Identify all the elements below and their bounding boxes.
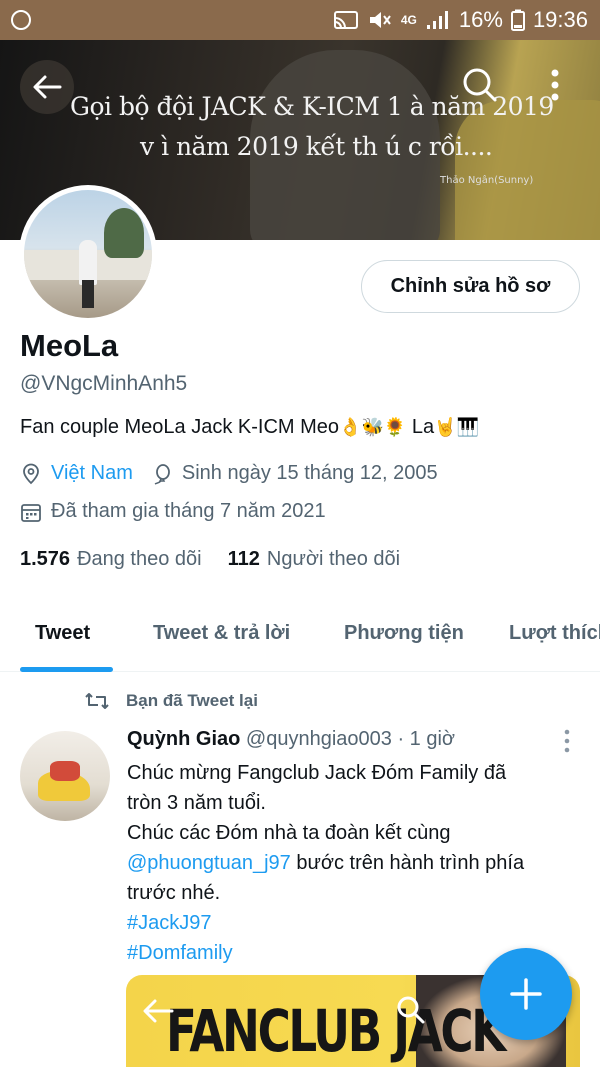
retweet-icon [85,693,109,709]
mute-icon [369,12,391,28]
retweet-context: Bạn đã Tweet lại [84,690,258,712]
tweet-line: Chúc mừng Fangclub Jack Đóm Family đã [127,762,507,784]
birthday: Sinh ngày 15 tháng 12, 2005 [181,462,438,484]
media-title: FANCLUB JACK [166,997,506,1065]
tweet-author-name[interactable]: Quỳnh Giao [127,728,240,750]
tab-likes[interactable]: Lượt thích [509,622,600,645]
tweet-line: tròn 3 năm tuổi. [127,792,266,814]
more-options-button[interactable] [540,60,570,110]
signal-icon [426,11,448,29]
tab-tweets-replies[interactable]: Tweet & trả lời [153,622,290,645]
edit-profile-button[interactable]: Chỉnh sửa hồ sơ [361,260,580,313]
status-icons: 4G 16% 19:36 [333,7,588,33]
mention-link[interactable]: @phuongtuan_j97 [127,852,291,874]
followers-link[interactable]: 112 Người theo dõi [228,548,401,571]
tweet-more-icon[interactable] [558,728,576,754]
active-tab-indicator [20,667,113,672]
followers-label: Người theo dõi [266,548,401,570]
retweet-label: Bạn đã Tweet lại [126,691,258,710]
battery-icon [510,9,525,31]
bio-emoji-2: 🤘🎹 [434,417,479,437]
display-name: MeoLa [20,328,119,363]
tweet-time: · 1 giờ [391,728,456,750]
joined-date: Đã tham gia tháng 7 năm 2021 [51,500,326,522]
profile-tabs: Tweet Tweet & trả lời Phương tiện Lượt t… [0,600,600,672]
back-button[interactable] [20,60,74,114]
tweet-author-handle[interactable]: @quynhgiao003 [246,728,392,750]
arrow-left-icon [143,999,174,1023]
cast-icon [333,11,358,29]
hashtag-link[interactable]: #JackJ97 [127,908,582,938]
search-icon [463,68,497,102]
tweet-line-rest: bước trên hành trình phía [290,852,525,874]
following-count: 1.576 [20,548,71,570]
bio-emoji-1: 👌🐝🌻 [339,417,407,437]
balloon-icon [154,463,170,485]
tweet-line: @phuongtuan_j97 bước trên hành trình phí… [127,848,582,878]
avatar-photo [24,190,152,318]
tweet-text: Chúc mừng Fangclub Jack Đóm Family đã tr… [127,758,582,968]
profile-avatar[interactable] [19,185,157,323]
search-icon [397,996,425,1024]
tweet-line: Chúc các Đóm nhà ta đoàn kết cùng [127,822,451,844]
profile-bio: Fan couple MeoLa Jack K-ICM Meo👌🐝🌻 La🤘🎹 [20,416,479,439]
bio-text-la: La [406,416,435,438]
bio-text: Fan couple MeoLa Jack K-ICM Meo [20,416,340,438]
banner-signature: Thảo Ngân(Sunny) [440,175,534,186]
tweet-author-avatar[interactable] [20,731,110,821]
following-link[interactable]: 1.576 Đang theo dõi [20,548,202,571]
battery-percent: 16% [458,7,503,32]
tab-tweets[interactable]: Tweet [35,622,90,645]
banner-figure-right [455,100,600,240]
location-link[interactable]: Việt Nam [51,462,133,485]
profile-meta-row: Việt Nam Sinh ngày 15 tháng 12, 2005 [20,462,438,485]
tab-media[interactable]: Phương tiện [344,622,464,645]
tweet-header: Quỳnh Giao @quynhgiao003 · 1 giờ [127,728,455,751]
clock: 19:36 [532,7,588,32]
more-vertical-icon [551,69,559,101]
calendar-icon [21,503,41,522]
search-button[interactable] [455,60,505,110]
following-label: Đang theo dõi [77,548,202,570]
joined-row: Đã tham gia tháng 7 năm 2021 [20,500,326,523]
plus-icon [510,978,542,1010]
network-type: 4G [400,13,417,27]
banner-text-line2: v ì năm 2019 kết th ú c rồi.... [140,132,493,161]
tweet-line: trước nhé. [127,882,221,904]
user-handle: @VNgcMinhAnh5 [20,372,188,395]
follow-stats: 1.576 Đang theo dõi 112 Người theo dõi [20,548,400,571]
compose-tweet-button[interactable] [480,948,572,1040]
location-pin-icon [23,463,39,484]
arrow-left-icon [33,75,62,99]
notification-dot-icon [11,10,31,30]
followers-count: 112 [227,548,260,570]
status-bar: 4G 16% 19:36 [0,0,600,40]
